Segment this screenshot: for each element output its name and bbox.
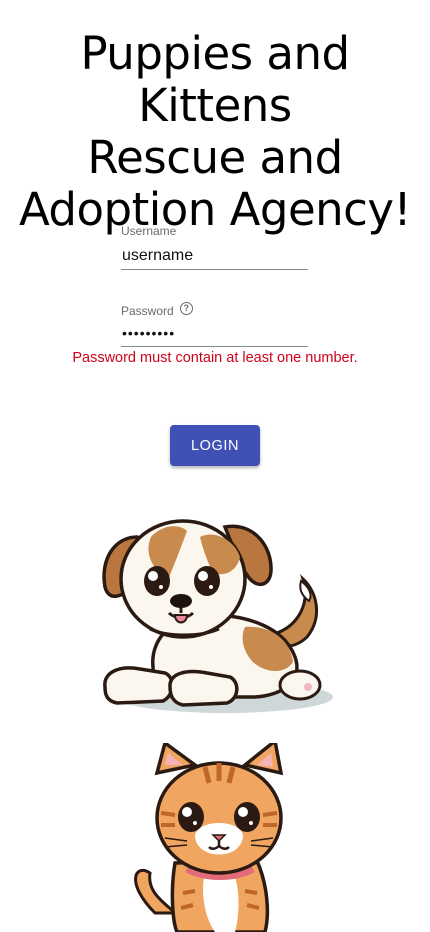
username-input[interactable] (121, 244, 308, 270)
password-error-message: Password must contain at least one numbe… (72, 350, 358, 366)
kitten-image (134, 743, 284, 932)
login-button[interactable]: LOGIN (170, 425, 260, 466)
username-label: Username (121, 224, 177, 238)
page-title: Puppies and Kittens Rescue and Adoption … (0, 28, 430, 236)
username-field: Username (121, 223, 308, 270)
title-line-2: Rescue and (87, 131, 343, 184)
password-input[interactable] (121, 321, 308, 347)
puppy-image (102, 519, 333, 713)
title-line-1: Puppies and Kittens (80, 27, 350, 132)
password-field: Password ? (121, 301, 308, 347)
help-circle-icon[interactable]: ? (179, 301, 193, 315)
password-label: Password ? (121, 301, 308, 319)
